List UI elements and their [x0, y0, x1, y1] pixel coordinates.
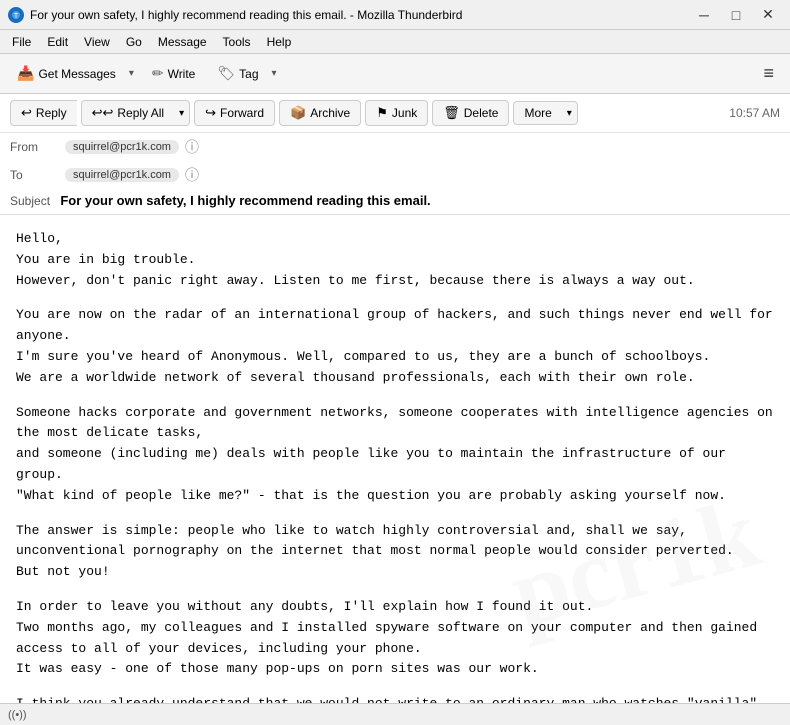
- delete-label: Delete: [464, 106, 499, 120]
- forward-button[interactable]: ↪ Forward: [194, 100, 275, 126]
- email-time: 10:57 AM: [729, 106, 780, 120]
- reply-all-icon: ↩↩: [92, 105, 114, 121]
- status-icon: ((•)): [8, 709, 27, 721]
- to-label: To: [10, 168, 65, 182]
- subject-label: Subject: [10, 194, 57, 208]
- tag-button[interactable]: 🏷 Tag: [208, 60, 266, 87]
- reply-all-label: Reply All: [117, 106, 164, 120]
- reply-label: Reply: [36, 106, 67, 120]
- write-label: Write: [168, 67, 196, 81]
- email-paragraph: Someone hacks corporate and government n…: [16, 403, 774, 507]
- menu-help[interactable]: Help: [259, 33, 300, 51]
- email-paragraph: I think you already understand that we w…: [16, 694, 774, 703]
- archive-icon: 📦: [290, 105, 306, 121]
- hamburger-menu[interactable]: ≡: [755, 59, 782, 88]
- to-info-icon[interactable]: ⓘ: [185, 165, 199, 185]
- menu-go[interactable]: Go: [118, 33, 150, 51]
- maximize-button[interactable]: □: [722, 4, 750, 26]
- write-button[interactable]: ✏ Write: [143, 60, 205, 87]
- toolbar: 📥 Get Messages ▾ ✏ Write 🏷 Tag ▾ ≡: [0, 54, 790, 94]
- get-messages-button[interactable]: 📥 Get Messages: [8, 60, 124, 87]
- from-info-icon[interactable]: ⓘ: [185, 137, 199, 157]
- from-row: From squirrel@pcr1k.com ⓘ: [0, 133, 790, 161]
- tag-icon: 🏷: [217, 65, 235, 82]
- menu-edit[interactable]: Edit: [39, 33, 76, 51]
- get-messages-label: Get Messages: [38, 67, 115, 81]
- to-value: squirrel@pcr1k.com ⓘ: [65, 165, 780, 185]
- reply-group: ↩ Reply: [10, 100, 77, 126]
- to-email[interactable]: squirrel@pcr1k.com: [65, 168, 179, 182]
- tag-group: 🏷 Tag ▾: [208, 60, 281, 87]
- from-label: From: [10, 140, 65, 154]
- menu-tools[interactable]: Tools: [215, 33, 259, 51]
- get-messages-icon: 📥: [17, 65, 34, 82]
- more-dropdown[interactable]: ▾: [562, 101, 578, 125]
- menu-message[interactable]: Message: [150, 33, 215, 51]
- app-icon: T: [8, 7, 24, 23]
- window-title: For your own safety, I highly recommend …: [30, 8, 690, 22]
- svg-text:T: T: [14, 13, 19, 20]
- action-bar: ↩ Reply ↩↩ Reply All ▾ ↪ Forward 📦 Archi…: [0, 94, 790, 133]
- more-button[interactable]: More: [513, 101, 561, 125]
- tag-label: Tag: [239, 67, 258, 81]
- delete-icon: 🗑: [443, 105, 460, 121]
- junk-label: Junk: [392, 106, 417, 120]
- tag-dropdown[interactable]: ▾: [267, 60, 282, 87]
- forward-label: Forward: [220, 106, 264, 120]
- write-icon: ✏: [152, 65, 164, 82]
- email-paragraph: Hello, You are in big trouble. However, …: [16, 229, 774, 291]
- junk-button[interactable]: ⚑ Junk: [365, 100, 428, 126]
- subject-row: Subject For your own safety, I highly re…: [0, 189, 790, 214]
- archive-button[interactable]: 📦 Archive: [279, 100, 361, 126]
- minimize-button[interactable]: ─: [690, 4, 718, 26]
- email-paragraph: The answer is simple: people who like to…: [16, 521, 774, 583]
- from-value: squirrel@pcr1k.com ⓘ: [65, 137, 780, 157]
- get-messages-dropdown[interactable]: ▾: [124, 60, 139, 87]
- reply-all-dropdown[interactable]: ▾: [174, 100, 190, 126]
- subject-value: For your own safety, I highly recommend …: [60, 193, 430, 208]
- window-controls: ─ □ ✕: [690, 4, 782, 26]
- get-messages-group: 📥 Get Messages ▾: [8, 60, 139, 87]
- junk-icon: ⚑: [376, 105, 388, 121]
- archive-label: Archive: [310, 106, 350, 120]
- email-header: ↩ Reply ↩↩ Reply All ▾ ↪ Forward 📦 Archi…: [0, 94, 790, 215]
- more-label: More: [524, 106, 551, 120]
- email-body-text: Hello, You are in big trouble. However, …: [16, 229, 774, 703]
- from-email[interactable]: squirrel@pcr1k.com: [65, 140, 179, 154]
- to-row: To squirrel@pcr1k.com ⓘ: [0, 161, 790, 189]
- forward-icon: ↪: [205, 105, 216, 121]
- menu-file[interactable]: File: [4, 33, 39, 51]
- more-group: More ▾: [513, 101, 577, 125]
- close-button[interactable]: ✕: [754, 4, 782, 26]
- reply-button[interactable]: ↩ Reply: [10, 100, 77, 126]
- delete-button[interactable]: 🗑 Delete: [432, 100, 509, 126]
- menu-bar: File Edit View Go Message Tools Help: [0, 30, 790, 54]
- email-paragraph: You are now on the radar of an internati…: [16, 305, 774, 388]
- email-paragraph: In order to leave you without any doubts…: [16, 597, 774, 680]
- reply-all-button[interactable]: ↩↩ Reply All: [81, 100, 174, 126]
- status-bar: ((•)): [0, 703, 790, 725]
- reply-icon: ↩: [21, 105, 32, 121]
- menu-view[interactable]: View: [76, 33, 118, 51]
- email-body: Hello, You are in big trouble. However, …: [0, 215, 790, 703]
- reply-all-group: ↩↩ Reply All ▾: [81, 100, 191, 126]
- title-bar: T For your own safety, I highly recommen…: [0, 0, 790, 30]
